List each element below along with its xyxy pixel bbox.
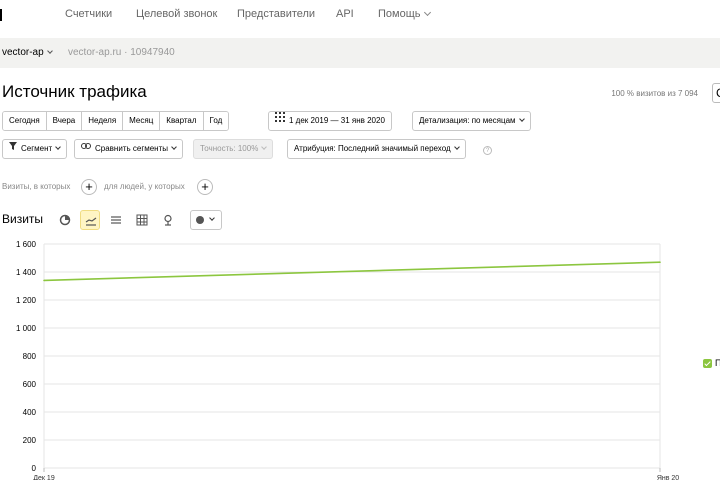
nav-target-call[interactable]: Целевой звонок — [136, 8, 217, 20]
stacked-area-icon[interactable] — [106, 210, 126, 230]
attribution-dropdown[interactable]: Атрибуция: Последний значимый переход — [287, 139, 466, 159]
filter-icon — [9, 139, 17, 157]
period-year[interactable]: Год — [203, 112, 229, 130]
nav-counters[interactable]: Счетчики — [65, 8, 112, 20]
period-quarter[interactable]: Квартал — [160, 112, 204, 130]
period-today[interactable]: Сегодня — [3, 112, 47, 130]
visits-filter-label: Визиты, в которых — [2, 182, 71, 191]
period-month[interactable]: Месяц — [123, 112, 161, 130]
page-title: Источник трафика — [2, 82, 147, 101]
help-icon[interactable]: ? — [483, 146, 492, 155]
x-tick-label: Янв 20 — [657, 475, 679, 480]
detail-dropdown[interactable]: Детализация: по месяцам — [412, 111, 531, 131]
compare-segments-button[interactable]: Сравнить сегменты — [74, 139, 184, 159]
chevron-down-icon — [171, 144, 177, 150]
legend-checkbox[interactable] — [703, 359, 712, 368]
chevron-down-icon — [261, 144, 268, 150]
pie-chart-icon[interactable] — [55, 210, 75, 230]
logo-fragment — [0, 9, 2, 21]
chevron-down-icon — [46, 48, 53, 54]
bubble-icon — [196, 216, 204, 224]
chevron-down-icon — [518, 116, 525, 122]
people-filter-label: для людей, у которых — [104, 182, 185, 191]
calendar-icon — [275, 111, 285, 129]
y-tick-label: 1 200 — [16, 296, 37, 305]
segment-label: Сегмент — [21, 144, 53, 154]
date-range-button[interactable]: 1 дек 2019 — 31 янв 2020 — [268, 111, 392, 131]
x-tick-label: Дек 19 — [33, 475, 55, 480]
bubble-chart-dropdown[interactable] — [190, 210, 222, 230]
period-selector: Сегодня Вчера Неделя Месяц Квартал Год — [2, 111, 230, 131]
visits-line-chart: 0 200 400 600 800 1 000 1 200 1 400 1 600 Дек 19 Я… — [16, 240, 679, 480]
date-range-label: 1 дек 2019 — 31 янв 2020 — [289, 116, 385, 126]
chevron-down-icon — [55, 144, 62, 150]
accuracy-button: Точность: 100% — [193, 139, 274, 159]
y-tick-label: 800 — [23, 352, 37, 361]
accuracy-label: Точность: 100% — [200, 144, 259, 153]
y-tick-label: 1 400 — [16, 268, 37, 277]
top-navigation: Счетчики Целевой звонок Представители AP… — [0, 0, 720, 30]
compare-icon — [81, 139, 91, 157]
y-tick-label: 1 000 — [16, 324, 37, 333]
chevron-down-icon — [423, 8, 431, 17]
right-action-button[interactable]: С — [712, 83, 720, 103]
nav-api[interactable]: API — [336, 8, 354, 20]
counter-selector[interactable]: vector-ap — [2, 47, 53, 58]
counter-name: vector-ap — [2, 47, 44, 58]
segment-button[interactable]: Сегмент — [2, 139, 68, 159]
detail-label: Детализация: по месяцам — [419, 116, 516, 125]
add-visit-condition-button[interactable]: + — [81, 179, 97, 195]
legend-label: П — [715, 358, 720, 368]
period-week[interactable]: Неделя — [82, 112, 124, 130]
add-people-condition-button[interactable]: + — [197, 179, 213, 195]
attribution-label: Атрибуция: Последний значимый переход — [294, 144, 451, 153]
series-line — [43, 261, 661, 282]
chevron-down-icon — [453, 144, 460, 150]
y-tick-label: 0 — [32, 464, 37, 473]
nav-help-label: Помощь — [378, 8, 421, 20]
data-point — [659, 261, 661, 263]
chart-metric-label: Визиты — [2, 212, 44, 226]
counter-site-id: vector-ap.ru · 10947940 — [68, 47, 175, 58]
table-icon[interactable] — [132, 210, 152, 230]
map-pin-icon[interactable] — [158, 210, 178, 230]
nav-representatives[interactable]: Представители — [237, 8, 315, 20]
y-tick-label: 200 — [23, 436, 37, 445]
visits-share: 100 % визитов из 7 094 — [611, 89, 698, 98]
y-tick-label: 1 600 — [16, 240, 37, 249]
counter-bar: vector-ap vector-ap.ru · 10947940 — [0, 38, 720, 68]
right-action-label: С — [716, 86, 720, 100]
line-chart-icon[interactable] — [80, 210, 100, 230]
period-yesterday[interactable]: Вчера — [46, 112, 83, 130]
y-tick-label: 600 — [23, 380, 37, 389]
compare-label: Сравнить сегменты — [95, 144, 169, 154]
data-point — [43, 279, 45, 282]
legend-item[interactable]: П — [703, 358, 720, 370]
nav-help[interactable]: Помощь — [378, 8, 431, 20]
chevron-down-icon — [209, 215, 215, 221]
y-tick-label: 400 — [23, 408, 37, 417]
